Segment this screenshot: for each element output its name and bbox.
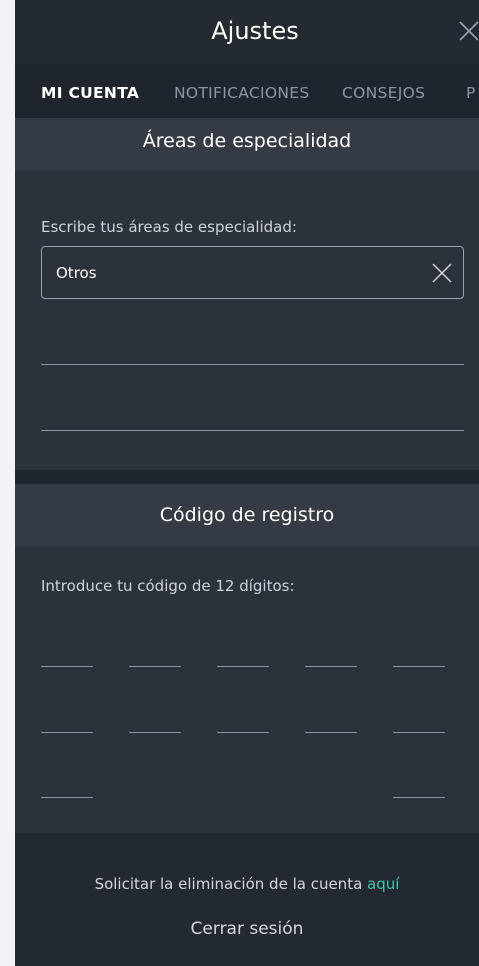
registration-prompt: Introduce tu código de 12 dígitos: [41,577,295,595]
tab-notificaciones[interactable]: NOTIFICACIONES [174,84,310,102]
code-digit-1[interactable] [41,666,93,667]
delete-account-text: Solicitar la eliminación de la cuenta aq… [15,875,479,893]
specialty-section-title: Áreas de especialidad [15,118,479,170]
specialty-input-1[interactable]: Otros [41,246,464,299]
section-divider [15,470,479,484]
code-digit-6[interactable] [41,732,93,733]
header-bar: Ajustes [15,0,479,64]
settings-screen: Ajustes MI CUENTA NOTIFICACIONES CONSEJO… [15,0,479,966]
specialty-input-value: Otros [56,264,97,282]
code-digit-3[interactable] [217,666,269,667]
code-digit-7[interactable] [129,732,181,733]
code-digit-5[interactable] [393,666,445,667]
tab-mi-cuenta[interactable]: MI CUENTA [41,84,139,102]
registration-section-title: Código de registro [15,484,479,546]
specialty-input-3[interactable] [41,430,464,431]
delete-account-link[interactable]: aquí [367,875,399,893]
specialty-input-2[interactable] [41,364,464,365]
code-digit-2[interactable] [129,666,181,667]
close-icon[interactable] [457,19,479,43]
footer: Solicitar la eliminación de la cuenta aq… [15,833,479,966]
code-digit-10[interactable] [393,732,445,733]
code-digit-9[interactable] [305,732,357,733]
delete-account-label: Solicitar la eliminación de la cuenta [94,875,368,893]
specialty-prompt: Escribe tus áreas de especialidad: [41,218,297,236]
tab-partial[interactable]: P [466,84,476,102]
code-digit-12[interactable] [393,797,445,798]
page-title: Ajustes [211,17,299,45]
clear-icon[interactable] [431,262,453,284]
tab-bar: MI CUENTA NOTIFICACIONES CONSEJOS P [15,64,479,118]
code-digit-4[interactable] [305,666,357,667]
logout-button[interactable]: Cerrar sesión [15,919,479,939]
tab-consejos[interactable]: CONSEJOS [342,84,425,102]
code-digit-11[interactable] [41,797,93,798]
code-digit-8[interactable] [217,732,269,733]
